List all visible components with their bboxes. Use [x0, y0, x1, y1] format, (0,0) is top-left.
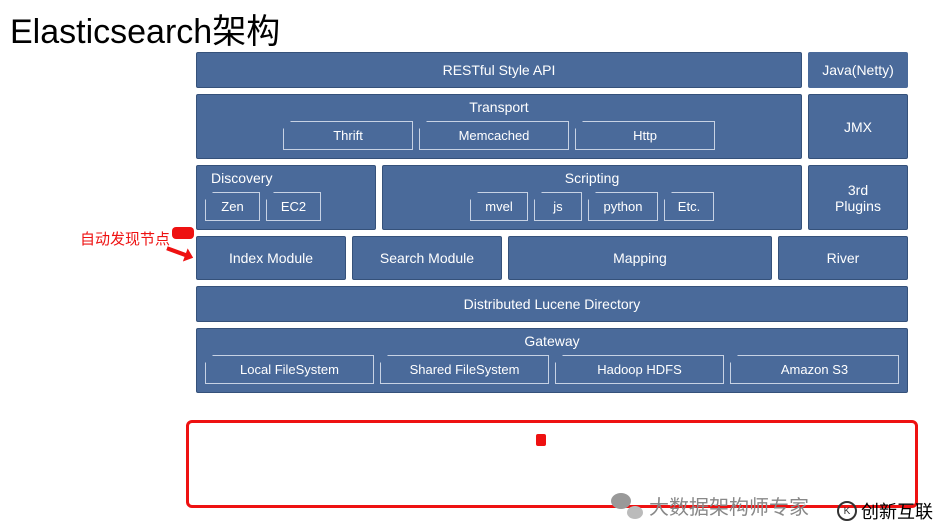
box-hadoop-hdfs: Hadoop HDFS: [555, 355, 724, 384]
label: RESTful Style API: [443, 62, 556, 78]
box-river: River: [778, 236, 908, 280]
box-python: python: [588, 192, 658, 221]
label: Transport: [469, 95, 528, 115]
box-index-module: Index Module: [196, 236, 346, 280]
box-java-netty: Java(Netty): [808, 52, 908, 88]
wechat-watermark: 大数据架构师专家: [611, 491, 809, 520]
box-3rd-plugins: 3rd Plugins: [808, 165, 908, 230]
box-restful-api: RESTful Style API: [196, 52, 802, 88]
logo-badge-icon: K: [837, 501, 857, 521]
wechat-text: 大数据架构师专家: [649, 491, 809, 520]
box-transport: Transport Thrift Memcached Http: [196, 94, 802, 159]
box-mapping: Mapping: [508, 236, 772, 280]
wechat-icon: [611, 493, 643, 519]
box-shared-fs: Shared FileSystem: [380, 355, 549, 384]
annotation-discovery: 自动发现节点: [80, 228, 170, 249]
label: Scripting: [565, 166, 619, 186]
box-local-fs: Local FileSystem: [205, 355, 374, 384]
label-top: 3rd: [848, 182, 868, 198]
box-thrift: Thrift: [283, 121, 413, 150]
box-ec2: EC2: [266, 192, 321, 221]
architecture-diagram: RESTful Style API Java(Netty) Transport …: [196, 52, 908, 393]
label: JMX: [844, 119, 872, 135]
box-mvel: mvel: [470, 192, 528, 221]
brand-logo: K 创新互联: [837, 498, 933, 524]
label-bottom: Plugins: [835, 198, 881, 214]
red-mark-icon: [172, 227, 194, 239]
box-js: js: [534, 192, 582, 221]
box-search-module: Search Module: [352, 236, 502, 280]
box-memcached: Memcached: [419, 121, 569, 150]
box-jmx: JMX: [808, 94, 908, 159]
page-title: Elasticsearch架构: [10, 4, 280, 53]
box-http: Http: [575, 121, 715, 150]
logo-text: 创新互联: [861, 498, 933, 524]
label: Java(Netty): [822, 62, 894, 78]
box-lucene-directory: Distributed Lucene Directory: [196, 286, 908, 322]
box-zen: Zen: [205, 192, 260, 221]
label: Discovery: [197, 166, 272, 186]
box-amazon-s3: Amazon S3: [730, 355, 899, 384]
box-gateway: Gateway Local FileSystem Shared FileSyst…: [196, 328, 908, 393]
box-scripting: Scripting mvel js python Etc.: [382, 165, 802, 230]
label: Gateway: [524, 329, 579, 349]
box-discovery: Discovery Zen EC2: [196, 165, 376, 230]
box-etc: Etc.: [664, 192, 714, 221]
